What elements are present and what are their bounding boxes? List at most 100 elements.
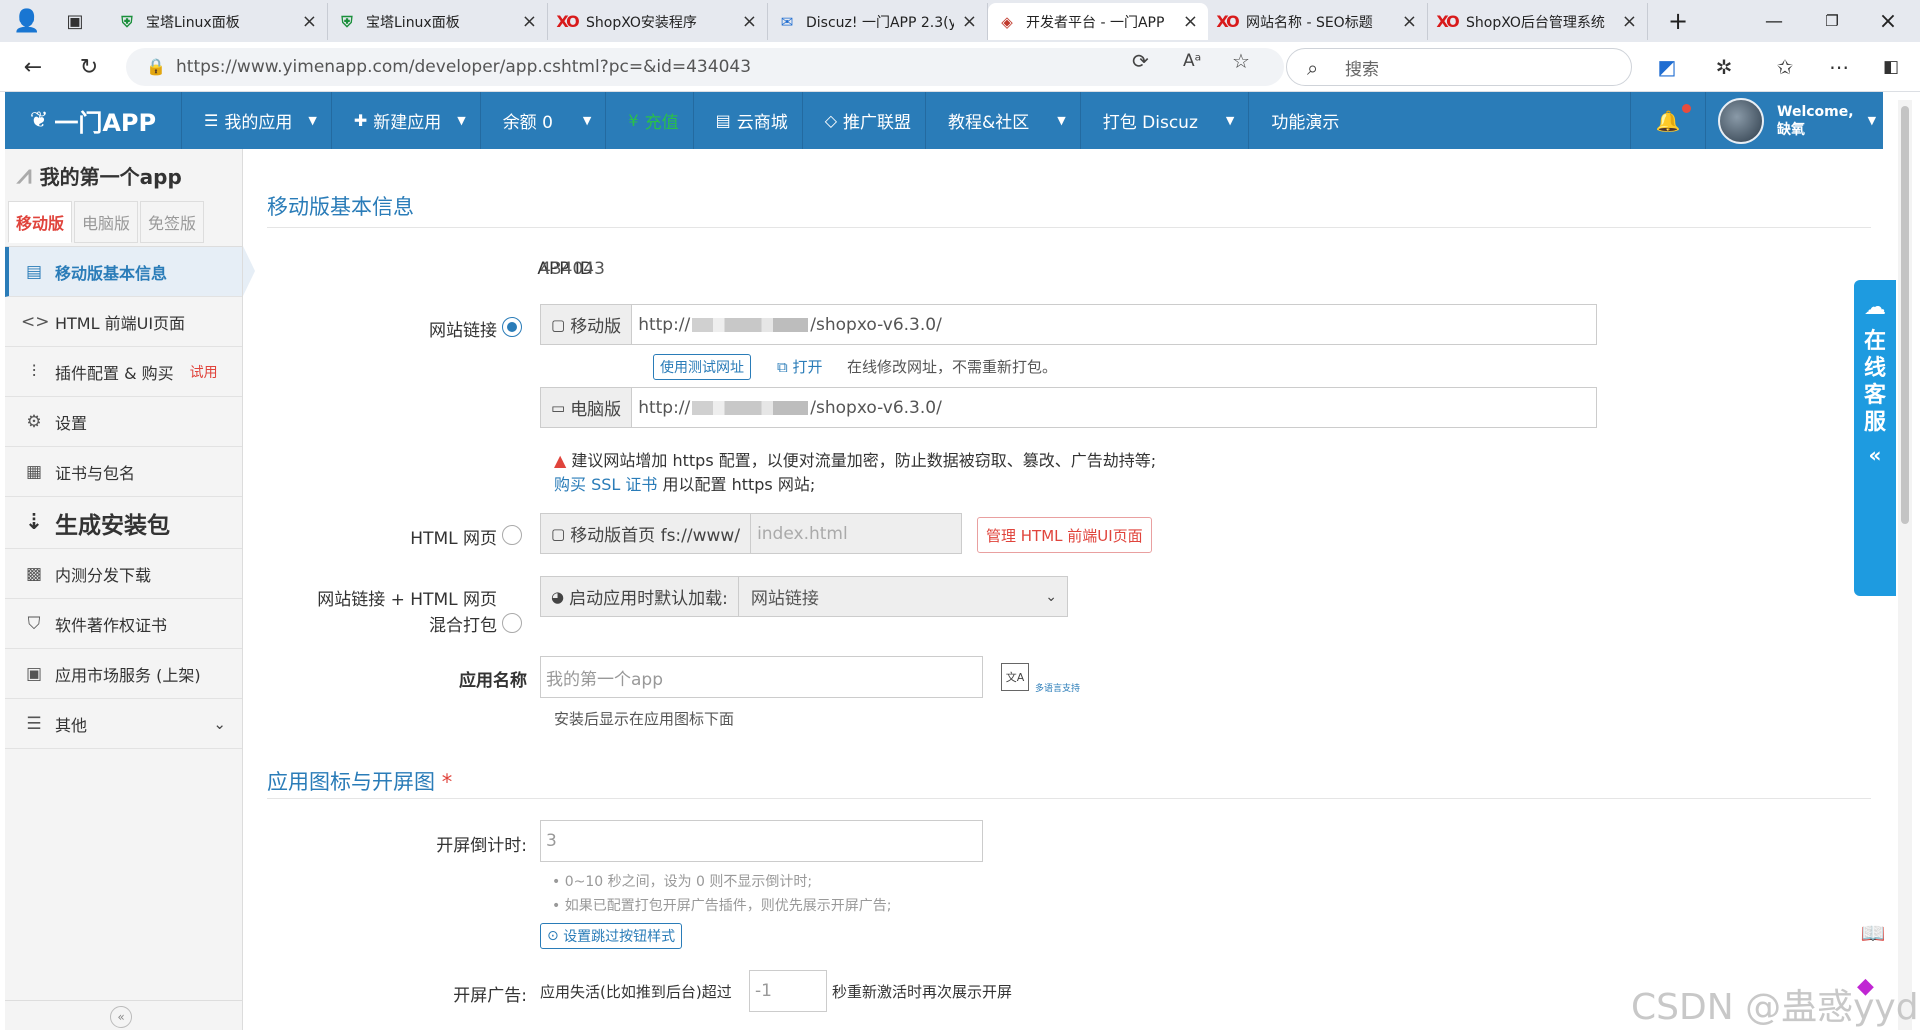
menu-affiliate[interactable]: ◇ 推广联盟 — [803, 92, 927, 149]
menu-balance[interactable]: 余额 0 ▼ — [481, 92, 607, 149]
tab-actions-icon[interactable]: ▣ — [58, 5, 92, 37]
menu-new-app[interactable]: ✚ 新建应用 ▼ — [332, 92, 481, 149]
sidebar-toggle-icon[interactable]: ◧ — [1874, 51, 1908, 83]
mobile-icon: ▢ — [551, 315, 566, 334]
menu-tutorial[interactable]: 教程&社区 ▼ — [926, 92, 1081, 149]
ad-text-2: 秒重新激活时再次展示开屏 — [832, 983, 1013, 1001]
close-icon[interactable]: × — [522, 11, 537, 32]
book-icon[interactable]: 📖 — [1858, 918, 1888, 948]
sidebar-item-settings[interactable]: ⚙ 设置 — [5, 397, 242, 447]
close-icon[interactable]: × — [742, 11, 757, 32]
browser-tab-5-active[interactable]: ◈ 开发者平台 - 一门APP × — [988, 3, 1208, 40]
browser-tab-3[interactable]: XO ShopXO安装程序 × — [548, 3, 768, 40]
browser-search-field[interactable]: ⌕ 搜索 — [1286, 48, 1632, 86]
tab-title: Discuz! 一门APP 2.3(y — [806, 14, 954, 31]
scrollbar-thumb[interactable] — [1901, 106, 1909, 524]
addon-label: 移动版首页 fs://www/ — [570, 526, 741, 546]
notification-bell[interactable]: 🔔 — [1630, 92, 1705, 149]
sidebar-item-copyright[interactable]: ⛉ 软件著作权证书 — [5, 599, 242, 649]
more-icon[interactable]: ⋯ — [1822, 51, 1856, 83]
sidebar-item-plugins[interactable]: ⫶ 插件配置 & 购买 试用 — [5, 347, 242, 397]
close-icon[interactable]: × — [1622, 11, 1637, 32]
skip-style-button[interactable]: ⊙ 设置跳过按钮样式 — [540, 923, 683, 949]
translate-page-icon[interactable]: ⟳ — [1132, 49, 1149, 73]
translate-icon[interactable]: 文A — [1001, 663, 1029, 691]
browser-tab-6[interactable]: XO 网站名称 - SEO标题 × — [1208, 3, 1428, 40]
pc-url-input[interactable]: http:// /shopxo-v6.3.0/ — [632, 388, 1596, 427]
tab-mobile[interactable]: 移动版 — [8, 201, 73, 243]
ssl-tail: 用以配置 https 网站; — [662, 475, 816, 494]
manage-html-button[interactable]: 管理 HTML 前端UI页面 — [977, 517, 1152, 553]
online-service-button[interactable]: ☁ 在 线 客 服 « — [1854, 280, 1896, 596]
open-link[interactable]: ⧉ 打开 — [777, 356, 823, 377]
html-radio[interactable] — [502, 525, 522, 545]
browser-tab-7[interactable]: XO ShopXO后台管理系统 × — [1428, 3, 1648, 40]
url-field[interactable]: 🔒 https://www.yimenapp.com/developer/app… — [126, 48, 1284, 86]
html-index-input[interactable]: index.html — [751, 514, 961, 553]
restore-button[interactable]: ❐ — [1806, 4, 1858, 38]
reload-icon[interactable]: ↻ — [72, 51, 106, 83]
user-menu[interactable]: Welcome, 缺氧 ▼ — [1705, 92, 1883, 149]
doc-icon: ▤ — [25, 261, 43, 282]
sidebar-item-certificate[interactable]: ▦ 证书与包名 — [5, 447, 242, 497]
sidebar-item-mobile-basic-info[interactable]: ▤ 移动版基本信息 — [5, 246, 255, 297]
minimize-button[interactable]: — — [1748, 4, 1800, 38]
sidebar-item-label: 生成安装包 — [55, 512, 170, 539]
menu-demo[interactable]: 功能演示 — [1249, 92, 1353, 149]
sidebar-item-label: 设置 — [55, 413, 88, 433]
browser-tab-1[interactable]: ⛨ 宝塔Linux面板 × — [108, 3, 328, 40]
read-aloud-icon[interactable]: Aᵃ — [1183, 51, 1201, 71]
shopxo-icon: XO — [1436, 12, 1459, 31]
default-load-select[interactable]: 网站链接 ⌄ — [738, 577, 1067, 616]
url-prefix: http:// — [638, 397, 691, 418]
close-icon[interactable]: × — [1402, 11, 1417, 32]
url-prefix: http:// — [638, 314, 691, 335]
use-test-url-button[interactable]: 使用测试网址 — [653, 354, 751, 380]
tab-pc[interactable]: 电脑版 — [74, 201, 139, 243]
address-bar-row: ← ↻ 🔒 https://www.yimenapp.com/developer… — [0, 42, 1920, 92]
browser-tab-4[interactable]: ✉ Discuz! 一门APP 2.3(y × — [768, 3, 988, 40]
scrollbar[interactable] — [1898, 100, 1912, 1030]
close-icon[interactable]: × — [302, 11, 317, 32]
close-icon[interactable]: × — [962, 11, 977, 32]
extension-icon[interactable]: ◩ — [1650, 51, 1684, 83]
sidebar-item-market[interactable]: ▣ 应用市场服务 (上架) — [5, 649, 242, 699]
site-link-radio[interactable] — [502, 317, 522, 337]
back-icon[interactable]: ← — [16, 51, 50, 83]
menu-recharge[interactable]: ¥ 充值 — [606, 92, 694, 149]
sidebar-item-beta-download[interactable]: ▩ 内测分发下载 — [5, 549, 242, 599]
favorite-star-icon[interactable]: ☆ — [1232, 49, 1250, 73]
sidebar-item-build[interactable]: ⇣ 生成安装包 — [5, 497, 242, 549]
favorites-icon[interactable]: ✩ — [1768, 51, 1802, 83]
sidebar-item-html-ui[interactable]: <> HTML 前端UI页面 — [5, 297, 242, 347]
menu-pack-discuz[interactable]: 打包 Discuz ▼ — [1081, 92, 1250, 149]
puzzle-icon[interactable]: ✲ — [1707, 51, 1741, 83]
app-logo[interactable]: ❦ 一门APP — [5, 92, 182, 149]
mix-radio[interactable] — [502, 613, 522, 633]
tab-nosign[interactable]: 免签版 — [140, 201, 205, 243]
new-tab-button[interactable]: + — [1652, 4, 1704, 38]
sidebar-collapse-bar: « — [5, 1000, 243, 1030]
code-icon: <> — [21, 311, 50, 332]
gem-icon[interactable]: ◆ — [1857, 974, 1874, 999]
multilang-link[interactable]: 多语言支持 — [1035, 681, 1080, 694]
sidebar-item-other[interactable]: ☰ 其他 ⌄ — [5, 699, 242, 749]
avatar — [1718, 97, 1764, 144]
collapse-left-icon[interactable]: « — [110, 1006, 132, 1028]
window-close-button[interactable]: × — [1862, 4, 1914, 38]
ad-seconds-input[interactable]: -1 — [749, 970, 827, 1012]
buy-ssl-link[interactable]: 购买 SSL 证书 — [554, 475, 657, 494]
profile-icon[interactable]: 👤 — [10, 5, 44, 37]
browser-tab-2[interactable]: ⛨ 宝塔Linux面板 × — [328, 3, 548, 40]
mobile-url-input[interactable]: http:// /shopxo-v6.3.0/ — [632, 305, 1596, 344]
tab-title: ShopXO安装程序 — [586, 14, 697, 31]
close-icon[interactable]: × — [1183, 11, 1198, 32]
store-icon: ▤ — [715, 111, 731, 130]
countdown-input[interactable]: 3 — [540, 820, 983, 862]
leaf-icon: ❦ — [29, 108, 49, 133]
menu-cloud-store[interactable]: ▤ 云商城 — [694, 92, 803, 149]
menu-my-apps[interactable]: ☰ 我的应用 ▼ — [182, 92, 332, 149]
html-index-group: ▢ 移动版首页 fs://www/ index.html — [540, 513, 962, 554]
ad-label: 开屏广告: — [453, 986, 527, 1006]
app-name-input[interactable]: 我的第一个app — [540, 656, 983, 698]
